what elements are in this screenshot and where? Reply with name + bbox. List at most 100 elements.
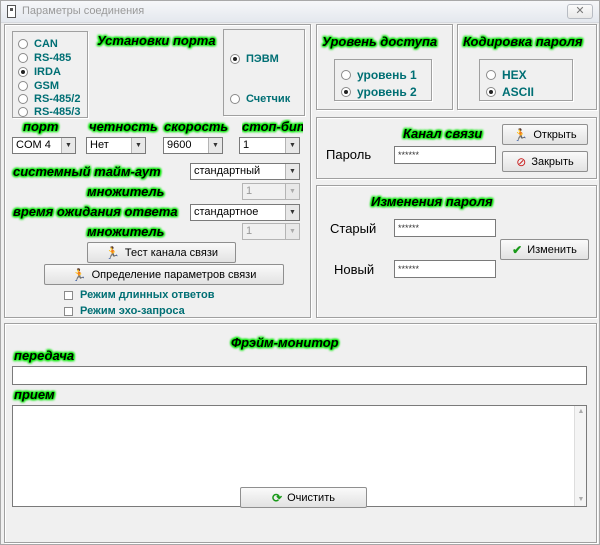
radio-rs485-3[interactable]: RS-485/3 [18,106,80,118]
timeout-select[interactable]: стандартный ▼ [190,163,300,180]
password-input[interactable]: ****** [394,146,496,164]
radio-label: RS-485/2 [34,93,81,105]
close-channel-label: Закрыть [531,155,574,168]
clear-label: Очистить [287,491,335,504]
radio-label: уровень 1 [357,68,417,82]
parity-label: четность [89,119,158,134]
chevron-down-icon: ▼ [285,224,299,239]
radio-dot [18,81,28,91]
radio-rs485-2[interactable]: RS-485/2 [18,93,80,105]
chevron-down-icon: ▼ [285,164,299,179]
radio-dot [486,87,496,97]
window-close-button[interactable]: ✕ [567,4,593,19]
multiplier2-value: 1 [246,225,253,237]
title-bar: Параметры соединения ✕ [1,1,599,23]
test-channel-label: Тест канала связи [124,246,219,259]
password-label: Пароль [326,147,372,162]
detect-params-label: Определение параметров связи [91,268,257,281]
radio-dot [18,67,28,77]
radio-rs485[interactable]: RS-485 [18,52,71,64]
timeout-value: стандартный [194,165,261,177]
port-settings-heading: Установки порта [97,33,216,48]
change-password-heading: Изменения пароля [371,194,493,209]
multiplier1-label: множитель [87,184,165,199]
checkbox-box [64,290,73,300]
radio-dot [486,70,496,80]
radio-level-2[interactable]: уровень 2 [341,85,417,99]
radio-ascii[interactable]: ASCII [486,85,534,99]
runner-icon: 🏃 [513,127,529,142]
change-button[interactable]: ✔ Изменить [500,239,589,260]
multiplier1-select[interactable]: 1 ▼ [242,183,300,200]
open-button[interactable]: 🏃 Открыть [502,124,588,145]
chevron-down-icon: ▼ [285,184,299,199]
radio-dot [18,107,28,117]
change-label: Изменить [527,243,577,256]
radio-meter[interactable]: Счетчик [230,93,290,105]
send-label: передача [14,348,75,363]
chevron-down-icon: ▼ [285,138,299,153]
radio-label: ASCII [502,85,535,99]
radio-label: HEX [502,68,527,82]
parity-select[interactable]: Нет ▼ [86,137,146,154]
chevron-down-icon: ▼ [285,205,299,220]
radio-label: Счетчик [246,93,291,105]
scroll-down-icon[interactable]: ▼ [575,494,587,506]
radio-level-1[interactable]: уровень 1 [341,68,417,82]
multiplier2-select[interactable]: 1 ▼ [242,223,300,240]
echo-request-checkbox[interactable]: Режим эхо-запроса [64,305,185,317]
clear-button[interactable]: ⟳ Очистить [240,487,367,508]
refresh-icon: ⟳ [272,490,283,505]
send-field[interactable] [12,366,587,385]
chevron-down-icon: ▼ [61,138,75,153]
long-answers-checkbox[interactable]: Режим длинных ответов [64,289,215,301]
radio-can[interactable]: CAN [18,38,58,50]
runner-icon: 🏃 [104,245,120,260]
receive-label: прием [14,387,55,402]
close-channel-button[interactable]: ⊘ Закрыть [502,151,588,172]
frame-monitor-heading: Фрэйм-монитор [231,335,339,350]
new-password-input[interactable]: ****** [394,260,496,278]
radio-dot [18,39,28,49]
channel-heading: Канал связи [403,126,483,141]
old-password-label: Старый [330,221,377,236]
scroll-up-icon[interactable]: ▲ [575,406,587,418]
window-title: Параметры соединения [22,5,145,17]
stopbits-label: стоп-биты [242,119,303,134]
radio-pc[interactable]: ПЭВМ [230,53,279,65]
checkbox-box [64,306,73,316]
receive-scrollbar[interactable]: ▲ ▼ [574,406,586,506]
wait-value: стандартное [194,206,259,218]
test-channel-button[interactable]: 🏃 Тест канала связи [87,242,236,263]
port-value: COM 4 [16,139,51,151]
multiplier2-label: множитель [87,224,165,239]
radio-dot [230,94,240,104]
check-icon: ✔ [512,242,523,257]
radio-label: GSM [34,80,60,92]
wait-label: время ожидания ответа [13,204,178,219]
radio-irda[interactable]: IRDA [18,66,61,78]
radio-label: ПЭВМ [246,53,279,65]
timeout-label: системный тайм-аут [13,164,161,179]
old-password-input[interactable]: ****** [394,219,496,237]
radio-gsm[interactable]: GSM [18,80,59,92]
stopbits-value: 1 [243,139,250,151]
radio-dot [230,54,240,64]
multiplier1-value: 1 [246,185,253,197]
radio-dot [341,87,351,97]
radio-dot [18,53,28,63]
port-select[interactable]: COM 4 ▼ [12,137,76,154]
password-encoding-heading: Кодировка пароля [463,34,583,49]
radio-dot [341,70,351,80]
connection-params-window: Параметры соединения ✕ CAN RS-485 IRDA G… [0,0,600,545]
chevron-down-icon: ▼ [208,138,222,153]
radio-hex[interactable]: HEX [486,68,527,82]
parity-value: Нет [90,139,109,151]
detect-params-button[interactable]: 🏃 Определение параметров связи [44,264,284,285]
radio-label: RS-485 [34,52,72,64]
speed-select[interactable]: 9600 ▼ [163,137,223,154]
wait-select[interactable]: стандартное ▼ [190,204,300,221]
speed-label: скорость [164,119,229,134]
radio-label: CAN [34,38,58,50]
stopbits-select[interactable]: 1 ▼ [239,137,300,154]
